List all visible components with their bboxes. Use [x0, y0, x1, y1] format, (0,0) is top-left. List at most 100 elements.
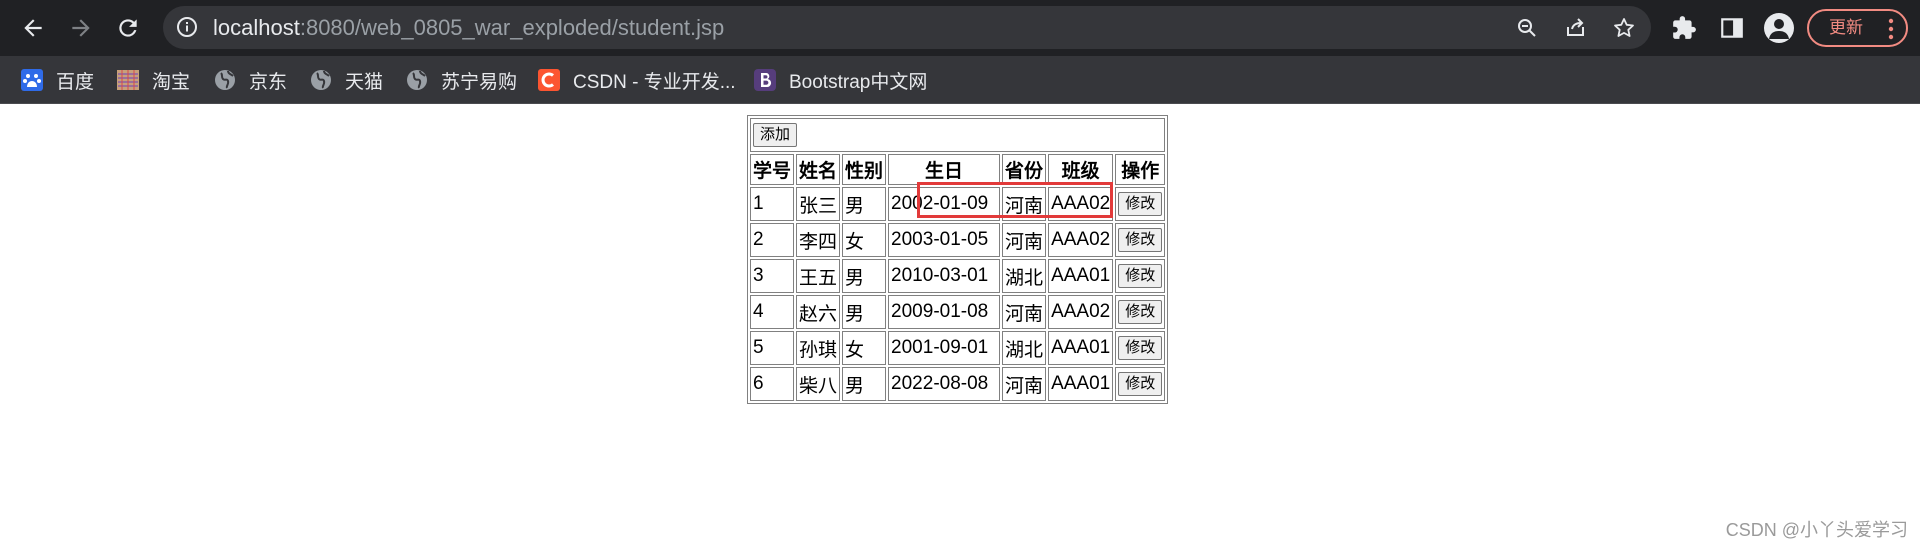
cell-action: 修改	[1115, 367, 1166, 401]
browser-toolbar: localhost:8080/web_0805_war_exploded/stu…	[0, 0, 1920, 56]
cell-id: 6	[750, 367, 795, 401]
header-province: 省份	[1002, 154, 1047, 185]
url-text[interactable]: localhost:8080/web_0805_war_exploded/stu…	[213, 15, 724, 41]
bookmark-label: 苏宁易购	[441, 71, 518, 93]
edit-button[interactable]: 修改	[1118, 192, 1163, 216]
reload-button[interactable]	[108, 8, 148, 48]
cell-name: 王五	[796, 259, 841, 293]
bookmark-label: 天猫	[345, 71, 384, 93]
extensions-button[interactable]	[1668, 12, 1700, 44]
cell-action: 修改	[1115, 331, 1166, 365]
update-button[interactable]: 更新	[1807, 9, 1908, 47]
puzzle-icon	[1673, 16, 1696, 39]
header-action: 操作	[1115, 154, 1166, 185]
info-icon[interactable]	[175, 15, 199, 39]
table-row: 4 赵六 男 2009-01-08 河南 AAA02 修改	[750, 295, 1166, 329]
cell-gender: 女	[842, 223, 887, 257]
address-bar[interactable]: localhost:8080/web_0805_war_exploded/stu…	[163, 6, 1651, 49]
bookmark-label: 百度	[56, 71, 95, 93]
cell-id: 5	[750, 331, 795, 365]
bookmark-label: 京东	[249, 71, 288, 93]
bookmark-star-button[interactable]	[1610, 14, 1638, 42]
side-panel-icon	[1721, 18, 1743, 38]
header-class: 班级	[1048, 154, 1114, 185]
cell-birthday: 2009-01-08	[888, 295, 1001, 329]
cell-birthday: 2022-08-08	[888, 367, 1001, 401]
bookmark-label: CSDN - 专业开发...	[573, 71, 736, 93]
cell-class: AAA01	[1048, 259, 1114, 293]
baidu-icon	[20, 68, 44, 92]
cell-action: 修改	[1115, 259, 1166, 293]
cell-class: AAA02	[1048, 295, 1114, 329]
header-gender: 性别	[842, 154, 887, 185]
cell-province: 湖北	[1002, 331, 1047, 365]
globe-icon	[309, 68, 333, 92]
back-button[interactable]	[13, 8, 53, 48]
table-row: 6 柴八 男 2022-08-08 河南 AAA01 修改	[750, 367, 1166, 401]
arrow-left-icon	[24, 19, 42, 37]
edit-button[interactable]: 修改	[1118, 372, 1163, 396]
edit-button[interactable]: 修改	[1118, 336, 1163, 360]
cell-id: 1	[750, 187, 795, 221]
url-host: localhost	[213, 15, 300, 40]
cell-birthday: 2003-01-05	[888, 223, 1001, 257]
cell-province: 河南	[1002, 367, 1047, 401]
cell-action: 修改	[1115, 223, 1166, 257]
add-button[interactable]: 添加	[753, 123, 798, 147]
cell-gender: 男	[842, 259, 887, 293]
zoom-button[interactable]	[1513, 14, 1541, 42]
cell-province: 湖北	[1002, 259, 1047, 293]
edit-button[interactable]: 修改	[1118, 300, 1163, 324]
globe-icon	[405, 68, 429, 92]
edit-button[interactable]: 修改	[1118, 264, 1163, 288]
zoom-out-icon	[1518, 19, 1536, 37]
cell-name: 柴八	[796, 367, 841, 401]
cell-id: 4	[750, 295, 795, 329]
arrow-right-icon	[72, 19, 90, 37]
bookmark-suning[interactable]: 苏宁易购	[405, 64, 517, 96]
cell-class: AAA02	[1048, 223, 1114, 257]
cell-birthday: 2010-03-01	[888, 259, 1001, 293]
share-button[interactable]	[1562, 14, 1590, 42]
bookmark-jd[interactable]: 京东	[213, 64, 287, 96]
cell-class: AAA02	[1048, 187, 1114, 221]
cell-gender: 男	[842, 295, 887, 329]
bookmark-tmall[interactable]: 天猫	[309, 64, 383, 96]
bookmark-taobao[interactable]: 淘宝	[116, 64, 190, 96]
header-row: 学号 姓名 性别 生日 省份 班级 操作	[750, 154, 1166, 185]
cell-province: 河南	[1002, 187, 1047, 221]
globe-icon	[213, 68, 237, 92]
table-row: 2 李四 女 2003-01-05 河南 AAA02 修改	[750, 223, 1166, 257]
bookmark-csdn[interactable]: CSDN - 专业开发...	[537, 64, 736, 96]
table-row: 1 张三 男 2002-01-09 河南 AAA02 修改	[750, 187, 1166, 221]
cell-name: 李四	[796, 223, 841, 257]
cell-name: 孙琪	[796, 331, 841, 365]
forward-button[interactable]	[61, 8, 101, 48]
header-name: 姓名	[796, 154, 841, 185]
share-icon	[1567, 18, 1584, 36]
profile-avatar[interactable]	[1764, 13, 1794, 43]
cell-id: 3	[750, 259, 795, 293]
cell-province: 河南	[1002, 295, 1047, 329]
cell-name: 张三	[796, 187, 841, 221]
more-vert-icon	[1888, 18, 1894, 40]
update-label: 更新	[1829, 18, 1863, 37]
bookmarks-bar: 百度 淘宝 京东 天猫 苏宁易购 CSDN - 专业开发... Bootstra…	[0, 56, 1920, 104]
cell-class: AAA01	[1048, 331, 1114, 365]
bookmark-baidu[interactable]: 百度	[20, 64, 94, 96]
cell-id: 2	[750, 223, 795, 257]
reload-icon	[119, 19, 137, 37]
bookmark-bootstrap[interactable]: Bootstrap中文网	[753, 64, 927, 96]
watermark: CSDN @小丫头爱学习	[1725, 520, 1908, 540]
bootstrap-icon	[753, 68, 777, 92]
header-birthday: 生日	[888, 154, 1001, 185]
edit-button[interactable]: 修改	[1118, 228, 1163, 252]
side-panel-button[interactable]	[1716, 12, 1748, 44]
cell-gender: 男	[842, 187, 887, 221]
header-id: 学号	[750, 154, 795, 185]
table-row: 5 孙琪 女 2001-09-01 湖北 AAA01 修改	[750, 331, 1166, 365]
csdn-icon	[537, 68, 561, 92]
url-path: :8080/web_0805_war_exploded/student.jsp	[299, 15, 725, 40]
table-row: 3 王五 男 2010-03-01 湖北 AAA01 修改	[750, 259, 1166, 293]
cell-class: AAA01	[1048, 367, 1114, 401]
